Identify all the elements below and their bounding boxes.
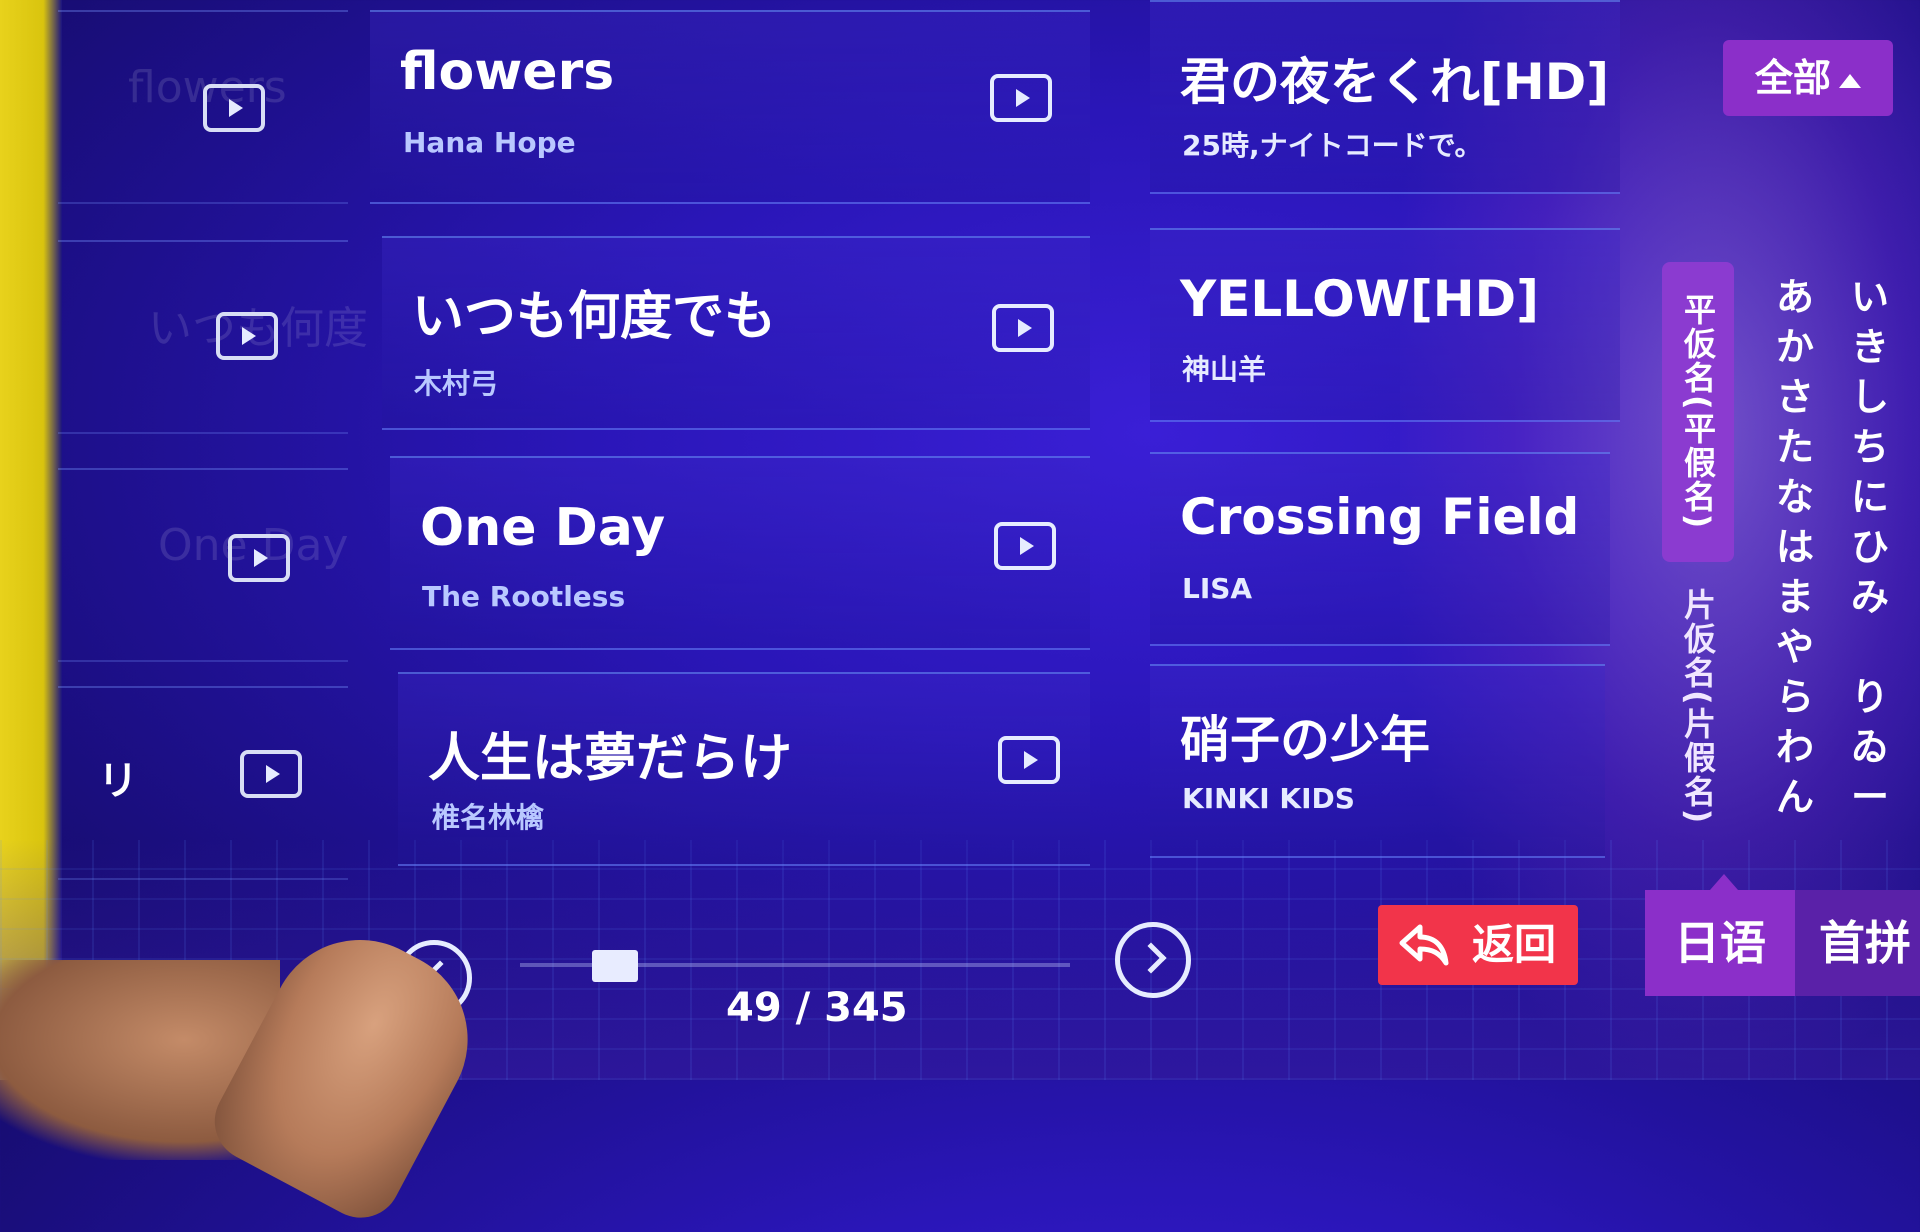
song-title: One Day [420,498,666,558]
ghost-title: リ [98,758,138,804]
play-icon[interactable] [998,736,1060,784]
song-card[interactable]: flowers Hana Hope [370,10,1090,204]
song-card[interactable]: 人生は夢だらけ 椎名林檎 [398,672,1090,866]
back-label: 返回 [1471,920,1556,969]
play-icon[interactable] [240,750,302,798]
song-artist: 木村弓 [414,367,499,400]
ghost-card[interactable]: flowers [58,10,348,204]
song-artist: 椎名林檎 [432,801,545,834]
song-title: flowers [400,42,615,102]
song-card[interactable]: 硝子の少年 KINKI KIDS [1150,664,1605,858]
caret-up-icon [1839,73,1861,88]
ghost-card[interactable]: One Day [58,468,348,662]
tab-japanese[interactable]: 日语 [1645,890,1795,996]
song-title: 人生は夢だらけ [428,729,793,789]
tab-pinyin-initials[interactable]: 首拼 [1795,890,1920,996]
ghost-card[interactable]: いつも何度 [58,240,368,434]
play-icon[interactable] [203,84,265,132]
song-artist: 神山羊 [1182,353,1267,386]
undo-arrow-icon [1399,924,1449,966]
song-artist: 25時,ナイトコードで。 [1182,129,1483,162]
filter-dropdown-button[interactable]: 全部 [1723,40,1893,116]
tab-katakana[interactable]: 片仮名(片假名) [1662,582,1734,832]
song-card[interactable]: One Day The Rootless [390,456,1090,650]
song-artist: The Rootless [422,580,626,613]
song-artist: LISA [1182,572,1253,605]
song-artist: Hana Hope [403,126,576,159]
play-icon[interactable] [990,74,1052,122]
kana-index-column[interactable]: い き し ち に ひ み り ゐ ー [1840,272,1900,822]
kana-index-column[interactable]: あ か さ た な は ま や ら わ ん [1765,272,1825,822]
play-icon[interactable] [216,312,278,360]
ghost-card[interactable]: リ [58,686,348,880]
play-icon[interactable] [994,522,1056,570]
next-page-button[interactable] [1115,922,1191,998]
song-title: YELLOW[HD] [1180,270,1540,328]
play-icon[interactable] [992,304,1054,352]
song-card[interactable]: YELLOW[HD] 神山羊 [1150,228,1620,422]
filter-label: 全部 [1754,56,1831,100]
tab-hiragana[interactable]: 平仮名(平假名) [1662,262,1734,562]
active-tab-caret [1710,874,1738,890]
page-indicator: 49 / 345 [726,985,908,1031]
song-card[interactable]: 君の夜をくれ[HD] 25時,ナイトコードで。 [1150,0,1620,194]
song-card[interactable]: Crossing Field LISA [1150,452,1610,646]
song-title: いつも何度でも [412,287,777,347]
song-title: 硝子の少年 [1180,711,1430,769]
play-icon[interactable] [228,534,290,582]
page-progress-thumb[interactable] [591,950,638,982]
song-title: 君の夜をくれ[HD] [1180,53,1610,111]
back-button[interactable]: 返回 [1378,905,1578,985]
song-title: Crossing Field [1180,488,1580,546]
song-artist: KINKI KIDS [1182,782,1355,815]
chevron-right-icon [1135,942,1167,974]
song-card[interactable]: いつも何度でも 木村弓 [382,236,1090,430]
